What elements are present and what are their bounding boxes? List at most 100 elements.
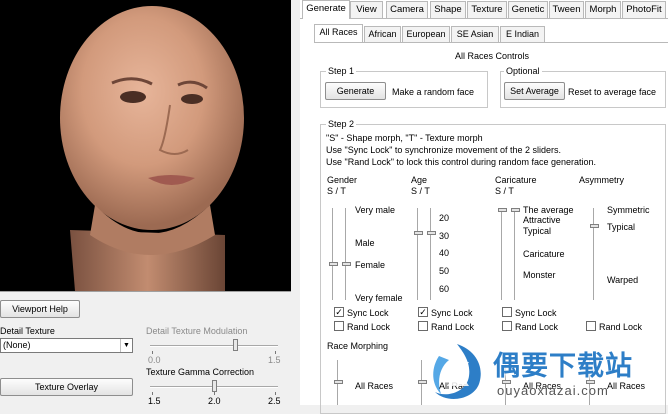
face-viewport[interactable] [0,0,291,291]
age-label: 30 [439,231,450,241]
gamma-label: Texture Gamma Correction [146,367,255,377]
tab-generate[interactable]: Generate [302,0,350,19]
viewport-help-button[interactable]: Viewport Help [0,300,80,318]
gender-label: Female [355,260,386,270]
modulation-tick-label: 1.5 [268,355,281,365]
gamma-slider-thumb[interactable] [212,380,217,392]
rand-lock-label: Rand Lock [347,322,391,332]
age-rand-lock-checkbox[interactable] [418,321,428,331]
modulation-slider-thumb[interactable] [233,339,238,351]
gender-title: Gender [327,175,358,185]
modulation-label: Detail Texture Modulation [146,326,248,336]
asymmetry-slider[interactable] [593,208,595,300]
generate-desc: Make a random face [392,87,475,97]
age-label: 60 [439,284,450,294]
subtab-e-indian[interactable]: E Indian [500,26,545,42]
caricature-label: Typical [523,226,552,236]
render-settings-panel: Viewport Help Detail Texture (None) ▼ De… [0,291,291,406]
caricature-rand-lock-checkbox[interactable] [502,321,512,331]
sync-lock-label: Sync Lock [515,308,557,318]
subtab-african[interactable]: African [364,26,401,42]
race-slider-thumb[interactable] [334,380,343,384]
modulation-tick [275,351,276,354]
sync-lock-label: Sync Lock [347,308,389,318]
age-title: Age [411,175,428,185]
age-texture-slider[interactable] [430,208,432,300]
chevron-down-icon: ▼ [120,339,132,352]
subtab-european[interactable]: European [402,26,450,42]
tab-texture[interactable]: Texture [467,1,507,18]
caricature-label: The average [523,205,574,215]
gender-label: Male [355,238,375,248]
age-sync-lock-checkbox[interactable]: ✓ [418,307,428,317]
tab-genetic[interactable]: Genetic [508,1,548,18]
set-average-desc: Reset to average face [568,87,657,97]
texture-overlay-button[interactable]: Texture Overlay [0,378,133,396]
gender-texture-slider[interactable] [345,208,347,300]
step2-help-line: Use "Rand Lock" to lock this control dur… [326,157,597,167]
age-label: 50 [439,266,450,276]
age-texture-thumb[interactable] [427,231,436,235]
generate-button[interactable]: Generate [325,82,386,100]
gender-rand-lock-checkbox[interactable] [334,321,344,331]
tab-shape[interactable]: Shape [430,1,466,18]
caricature-texture-thumb[interactable] [511,208,520,212]
step2-help-line: "S" - Shape morph, "T" - Texture morph [326,133,483,143]
asymmetry-label: Symmetric [607,205,650,215]
watermark: 偶要下载站 ouyaoxiazai.com [425,340,668,405]
step2-title: Step 2 [326,119,357,129]
gender-st: S / T [327,186,346,196]
watermark-url: ouyaoxiazai.com [497,383,609,398]
rand-lock-label: Rand Lock [431,322,475,332]
asymmetry-rand-lock-checkbox[interactable] [586,321,596,331]
subtab-divider [314,42,668,43]
set-average-button[interactable]: Set Average [504,82,565,100]
caricature-label: Attractive [523,215,561,225]
rand-lock-label: Rand Lock [515,322,559,332]
age-shape-slider[interactable] [417,208,419,300]
tab-view[interactable]: View [350,1,383,18]
age-st: S / T [411,186,430,196]
modulation-tick-label: 0.0 [148,355,161,365]
detail-texture-label: Detail Texture [0,326,55,336]
gamma-tick [214,392,215,395]
gender-texture-thumb[interactable] [342,262,351,266]
asymmetry-thumb[interactable] [590,224,599,228]
caricature-st: S / T [495,186,514,196]
asymmetry-label: Typical [607,222,636,232]
subtab-all-races[interactable]: All Races [314,24,363,42]
caricature-shape-slider[interactable] [501,208,503,300]
optional-title: Optional [504,66,542,76]
rand-lock-label: Rand Lock [599,322,643,332]
caricature-sync-lock-checkbox[interactable] [502,307,512,317]
tab-photofit[interactable]: PhotoFit [622,1,666,18]
gamma-tick [152,392,153,395]
tab-camera[interactable]: Camera [386,1,428,18]
age-shape-thumb[interactable] [414,231,423,235]
caricature-label: Monster [523,270,556,280]
step1-title: Step 1 [326,66,357,76]
gender-shape-slider[interactable] [332,208,334,300]
gamma-tick [275,392,276,395]
detail-texture-value: (None) [3,340,31,350]
sync-lock-label: Sync Lock [431,308,473,318]
subtab-se-asian[interactable]: SE Asian [451,26,499,42]
caricature-texture-slider[interactable] [514,208,516,300]
caricature-shape-thumb[interactable] [498,208,507,212]
age-label: 40 [439,248,450,258]
gender-label: Very female [355,293,403,303]
step2-help-line: Use "Sync Lock" to synchronize movement … [326,145,561,155]
gender-shape-thumb[interactable] [329,262,338,266]
face-render [60,6,244,291]
watermark-logo-icon [433,344,481,399]
gender-sync-lock-checkbox[interactable]: ✓ [334,307,344,317]
race-morphing-title: Race Morphing [327,341,389,351]
tab-morph[interactable]: Morph [585,1,621,18]
watermark-title: 偶要下载站 [493,351,633,381]
race-label: All Races [355,381,394,391]
modulation-tick [152,351,153,354]
tab-tween[interactable]: Tween [549,1,584,18]
detail-texture-select[interactable]: (None) ▼ [0,338,133,353]
asymmetry-label: Warped [607,275,639,285]
modulation-slider-track [150,345,278,347]
